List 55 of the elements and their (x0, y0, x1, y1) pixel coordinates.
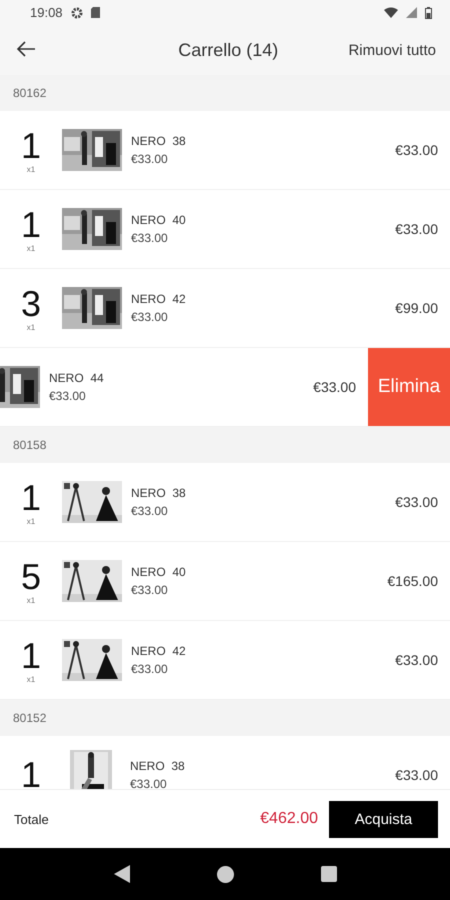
status-time: 19:08 (30, 5, 63, 20)
unit-price: €33.00 (131, 152, 169, 166)
line-total: €165.00 (387, 573, 438, 589)
screen-title: Carrello (14) (177, 40, 280, 60)
signal-icon (406, 7, 417, 18)
unit-price: €33.00 (131, 583, 169, 597)
product-name: NERO 42 (131, 644, 187, 658)
total-label: Totale (14, 812, 50, 826)
unit-price: €33.00 (131, 662, 169, 676)
remove-all-button[interactable]: Rimuovi tutto (348, 42, 436, 58)
quantity: 1 (20, 478, 42, 516)
multiplier: x1 (26, 596, 36, 604)
quantity: 5 (20, 558, 42, 596)
unit-price: €33.00 (49, 389, 87, 403)
line-total: €33.00 (395, 494, 438, 510)
wifi-icon (384, 7, 398, 18)
quantity: 1 (20, 126, 42, 164)
multiplier: x1 (26, 244, 36, 252)
product-name: NERO 38 (130, 759, 186, 773)
cart-item[interactable]: NERO 44 €33.00 €33.00 Elimina (0, 348, 450, 427)
home-nav-icon[interactable] (216, 866, 234, 882)
line-total: €33.00 (313, 379, 356, 395)
product-name: NERO 40 (131, 213, 187, 227)
buy-button[interactable]: Acquista (329, 800, 438, 838)
group-header: 80158 (0, 427, 450, 463)
quantity: 1 (20, 636, 42, 674)
unit-price: €33.00 (131, 504, 169, 518)
multiplier: x1 (26, 674, 36, 684)
recents-nav-icon[interactable] (320, 866, 336, 882)
quantity: 1 (20, 206, 42, 244)
unit-price: €33.00 (131, 310, 169, 324)
product-name: NERO 38 (131, 486, 187, 500)
line-total: €33.00 (395, 652, 438, 668)
unit-price: €33.00 (131, 231, 169, 245)
quantity: 3 (20, 284, 42, 322)
multiplier: x1 (26, 322, 36, 332)
back-nav-icon[interactable] (114, 865, 130, 883)
line-total: €33.00 (395, 767, 438, 783)
sd-card-icon (90, 7, 100, 18)
quantity: 1 (20, 756, 42, 789)
multiplier: x1 (26, 516, 36, 526)
unit-price: €33.00 (130, 777, 168, 789)
product-name: NERO 42 (131, 292, 187, 306)
battery-icon (425, 6, 432, 18)
gear-icon (70, 6, 83, 18)
line-total: €33.00 (395, 142, 438, 158)
product-name: NERO 38 (131, 134, 187, 148)
group-header: 80152 (0, 700, 450, 736)
product-name: NERO 44 (49, 371, 105, 385)
total-amount: €462.00 (260, 810, 318, 828)
multiplier: x1 (26, 164, 36, 174)
line-total: €99.00 (395, 300, 438, 316)
line-total: €33.00 (395, 221, 438, 237)
product-name: NERO 40 (131, 565, 187, 579)
group-header: 80162 (0, 75, 450, 111)
